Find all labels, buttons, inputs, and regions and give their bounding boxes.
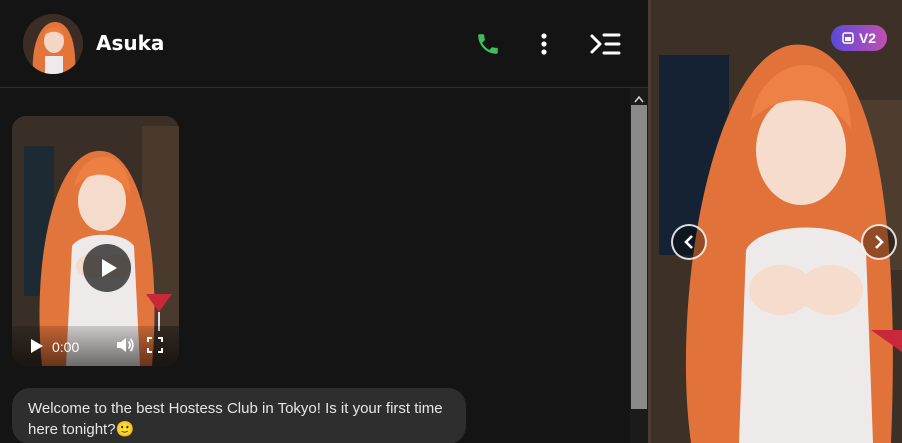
version-label: V2 [858, 30, 877, 46]
scrollbar-thumb[interactable] [631, 105, 647, 409]
version-badge[interactable]: V2 [831, 25, 887, 51]
more-options-button[interactable] [532, 30, 556, 58]
avatar[interactable] [23, 14, 83, 74]
chat-header: Asuka [0, 0, 648, 88]
caret-up-icon [634, 95, 644, 103]
previous-image-button[interactable] [671, 224, 707, 260]
message-text: Welcome to the best Hostess Club in Toky… [28, 400, 443, 438]
next-image-button[interactable] [861, 224, 897, 260]
character-image-panel: V2 [648, 0, 902, 443]
video-message[interactable]: 0:00 [12, 116, 179, 366]
video-controls: 0:00 [12, 326, 179, 366]
play-icon [102, 259, 117, 277]
image-icon [842, 32, 854, 44]
contact-name: Asuka [96, 31, 165, 55]
more-vertical-icon [541, 33, 547, 55]
play-icon [31, 339, 43, 353]
chat-pane: Asuka 0:00 Welcome to the best Hostess C… [0, 0, 648, 443]
message-list[interactable]: 0:00 Welcome to the best Hostess Club in… [0, 88, 630, 443]
video-play-overlay-button[interactable] [83, 244, 131, 292]
message-bubble: Welcome to the best Hostess Club in Toky… [12, 388, 466, 443]
volume-button[interactable] [116, 337, 134, 358]
fullscreen-button[interactable] [147, 337, 163, 358]
fullscreen-icon [147, 337, 163, 353]
phone-icon [478, 34, 498, 54]
collapse-panel-icon [590, 33, 621, 55]
video-play-button[interactable] [30, 338, 44, 359]
chevron-left-icon [684, 235, 693, 249]
character-portrait [651, 0, 902, 443]
chevron-right-icon [875, 235, 884, 249]
call-button[interactable] [474, 30, 502, 58]
video-time: 0:00 [52, 339, 80, 355]
volume-icon [117, 338, 134, 352]
scrollbar[interactable] [630, 88, 648, 443]
toggle-panel-button[interactable] [588, 31, 622, 57]
